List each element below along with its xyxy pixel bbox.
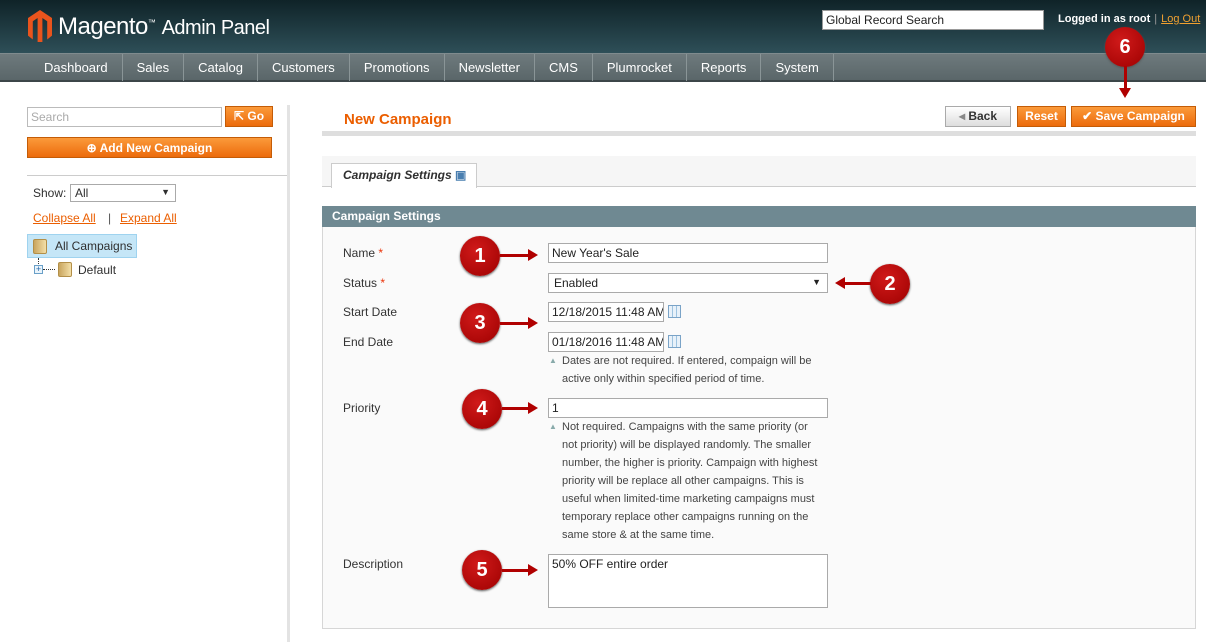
tree-label: All Campaigns: [55, 239, 133, 253]
back-button[interactable]: ◂ Back: [945, 106, 1011, 127]
description-label: Description: [343, 557, 404, 571]
nav-system[interactable]: System: [761, 54, 834, 81]
priority-note: Not required. Campaigns with the same pr…: [549, 418, 820, 544]
calendar-icon[interactable]: [668, 305, 681, 318]
expand-node-icon[interactable]: +: [34, 265, 43, 274]
start-date-label: Start Date: [343, 305, 398, 319]
show-select[interactable]: All ▼: [70, 184, 176, 202]
expand-all-link[interactable]: Expand All: [120, 211, 177, 225]
main-nav: Dashboard Sales Catalog Customers Promotions…: [0, 53, 1206, 82]
arrow-right-icon: [500, 317, 538, 329]
sidebar-divider: [287, 105, 290, 642]
status-select[interactable]: Enabled ▼: [548, 273, 828, 293]
add-label: Add New Campaign: [99, 141, 213, 155]
login-info: Logged in as root | Log Out: [1058, 13, 1200, 25]
tab-campaign-settings[interactable]: Campaign Settings ▣: [331, 163, 477, 188]
calendar-icon[interactable]: [668, 335, 681, 348]
add-new-campaign-button[interactable]: ⊕ Add New Campaign: [27, 137, 272, 158]
nav-reports[interactable]: Reports: [687, 54, 762, 81]
separator: |: [1154, 13, 1158, 25]
dropdown-arrow-icon: ▼: [161, 187, 170, 197]
nav-dashboard[interactable]: Dashboard: [30, 54, 123, 81]
show-label: Show:: [33, 186, 67, 200]
divider: [27, 175, 287, 176]
label-text: Status: [343, 276, 378, 290]
tree-node-default[interactable]: Default: [78, 263, 116, 277]
start-date-input[interactable]: 12/18/2015 11:48 AM: [548, 302, 664, 322]
marker-3: 3: [460, 303, 500, 343]
nav-newsletter[interactable]: Newsletter: [445, 54, 535, 81]
sidebar-search-input[interactable]: Search: [27, 107, 222, 127]
priority-input[interactable]: 1: [548, 398, 828, 418]
separator: |: [108, 211, 112, 225]
label-text: Name: [343, 246, 376, 260]
marker-2: 2: [870, 264, 910, 304]
logged-in-text: Logged in as root: [1058, 13, 1151, 25]
collapse-all-link[interactable]: Collapse All: [33, 211, 96, 225]
marker-5: 5: [462, 550, 502, 590]
folder-icon: [58, 262, 72, 277]
logout-link[interactable]: Log Out: [1161, 13, 1200, 25]
marker-4: 4: [462, 389, 502, 429]
dropdown-arrow-icon: ▼: [812, 277, 821, 287]
nav-customers[interactable]: Customers: [258, 54, 350, 81]
arrow-right-icon: [502, 564, 538, 576]
logo-suffix: Admin Panel: [161, 17, 270, 39]
nav-plumrocket[interactable]: Plumrocket: [593, 54, 687, 81]
fieldset-header: Campaign Settings: [322, 206, 1196, 227]
title-divider: [322, 131, 1196, 136]
save-label: Save Campaign: [1095, 109, 1185, 123]
end-date-label: End Date: [343, 335, 394, 349]
save-campaign-button[interactable]: ✔ Save Campaign: [1071, 106, 1196, 127]
status-label: Status *: [343, 276, 385, 290]
nav-promotions[interactable]: Promotions: [350, 54, 445, 81]
tab-label: Campaign Settings: [343, 168, 452, 182]
reset-button[interactable]: Reset: [1017, 106, 1066, 127]
arrow-right-icon: [502, 402, 538, 414]
save-disk-icon: ▣: [455, 168, 467, 182]
tree-line: [43, 269, 55, 270]
dates-note: Dates are not required. If entered, comp…: [549, 352, 817, 388]
nav-cms[interactable]: CMS: [535, 54, 593, 81]
check-circle-icon: ✔: [1082, 109, 1093, 123]
status-value: Enabled: [554, 276, 599, 290]
arrow-right-icon: [500, 249, 538, 261]
show-value: All: [75, 186, 89, 200]
arrow-left-icon: [835, 277, 871, 289]
back-icon: ◂: [958, 109, 965, 123]
description-textarea[interactable]: 50% OFF entire order: [548, 554, 828, 608]
logo-text: Magento™ Admin Panel: [58, 13, 270, 40]
plus-circle-icon: ⊕: [86, 141, 97, 155]
required-star: *: [380, 276, 386, 290]
nav-sales[interactable]: Sales: [123, 54, 185, 81]
logo-word: Magento: [58, 13, 148, 40]
priority-label: Priority: [343, 401, 381, 415]
name-label: Name *: [343, 246, 383, 260]
nav-catalog[interactable]: Catalog: [184, 54, 258, 81]
end-date-input[interactable]: 01/18/2016 11:48 AM: [548, 332, 664, 352]
go-icon: ⇱: [233, 109, 245, 123]
go-label: Go: [247, 109, 265, 123]
marker-1: 1: [460, 236, 500, 276]
required-star: *: [378, 246, 384, 260]
name-input[interactable]: New Year's Sale: [548, 243, 828, 263]
marker-6: 6: [1105, 27, 1145, 67]
global-search-input[interactable]: Global Record Search: [822, 10, 1044, 30]
back-label: Back: [968, 109, 998, 123]
go-button[interactable]: ⇱ Go: [225, 106, 273, 127]
folder-icon: [33, 239, 47, 254]
tree-node-all-campaigns[interactable]: All Campaigns: [27, 234, 137, 258]
arrow-down-icon: [1119, 66, 1131, 98]
page-title: New Campaign: [344, 111, 452, 128]
